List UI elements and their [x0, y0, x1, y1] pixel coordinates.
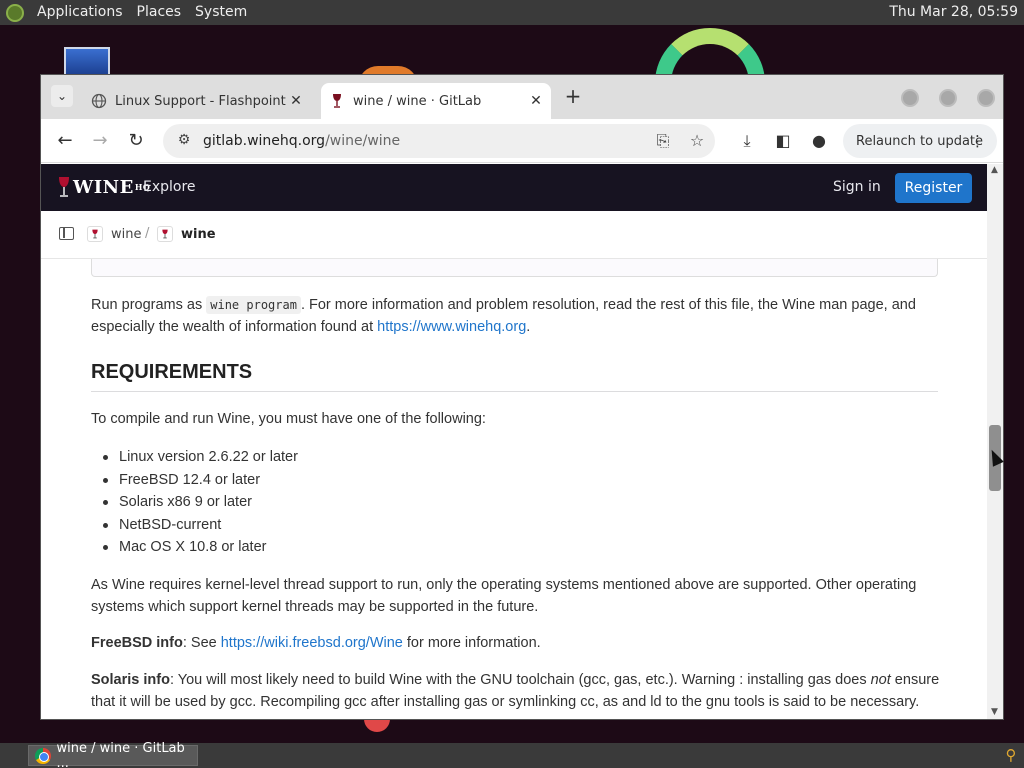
inline-code: wine program — [206, 296, 301, 314]
winehq-link[interactable]: https://www.winehq.org — [377, 319, 526, 335]
taskbar-item-browser[interactable]: wine / wine · GitLab ... — [28, 741, 198, 768]
paragraph-compile: To compile and run Wine, you must have o… — [91, 411, 486, 427]
site-info-icon[interactable]: ⚙ — [175, 132, 193, 150]
close-tab-icon[interactable]: ✕ — [527, 93, 545, 109]
desktop-computer-icon[interactable] — [64, 47, 110, 77]
taskbar-item-label: wine / wine · GitLab ... — [56, 740, 185, 768]
chrome-icon — [35, 747, 51, 764]
clock[interactable]: Thu Mar 28, 05:59 — [889, 0, 1018, 25]
register-button[interactable]: Register — [895, 173, 972, 203]
readme-content: Run programs as wine program. For more i… — [41, 259, 987, 719]
text: . — [526, 318, 531, 335]
tab-linux-support[interactable]: Linux Support - Flashpoint Da ✕ — [83, 83, 311, 119]
paragraph-kernel-threads: As Wine requires kernel-level thread sup… — [91, 577, 917, 615]
relaunch-button[interactable]: Relaunch to update ⋮ — [843, 124, 997, 158]
breadcrumb-group-wine[interactable]: wine — [87, 226, 141, 242]
emphasis: not — [870, 672, 891, 688]
maximize-icon[interactable] — [939, 89, 957, 107]
breadcrumb-label: wine — [181, 226, 216, 242]
close-window-icon[interactable] — [977, 89, 995, 107]
wine-glass-icon — [333, 94, 341, 108]
tab-wine-gitlab[interactable]: wine / wine · GitLab ✕ — [321, 83, 551, 119]
code-block — [91, 259, 938, 277]
install-app-icon[interactable]: ⎘ — [653, 131, 673, 151]
wine-glass-logo-icon — [59, 177, 69, 197]
url-path: /wine/wine — [325, 133, 401, 149]
reload-icon[interactable]: ↻ — [124, 129, 148, 153]
breadcrumb-label: wine — [111, 226, 142, 242]
sign-in-link[interactable]: Sign in — [833, 179, 881, 195]
breadcrumb-project-wine[interactable]: wine — [157, 226, 216, 242]
places-menu[interactable]: Places — [130, 0, 189, 25]
logo-text: WINE — [73, 176, 134, 198]
address-bar[interactable]: ⚙ gitlab.winehq.org/wine/wine ⎘ ☆ — [163, 124, 715, 158]
browser-toolbar: ← → ↻ ⚙ gitlab.winehq.org/wine/wine ⎘ ☆ … — [41, 119, 1003, 163]
sidebar-toggle-icon[interactable] — [59, 227, 74, 240]
back-arrow-icon[interactable]: ← — [53, 129, 77, 153]
tab-strip: ⌄ Linux Support - Flashpoint Da ✕ wine /… — [41, 75, 1003, 119]
new-tab-button[interactable]: + — [561, 85, 585, 109]
breadcrumb: wine / wine — [41, 211, 987, 259]
wine-glass-icon — [87, 226, 103, 242]
text: : You will most likely need to build Win… — [169, 672, 871, 688]
paragraph-freebsd: FreeBSD info: See https://wiki.freebsd.o… — [91, 633, 941, 655]
menu-kebab-icon[interactable]: ⋮ — [970, 131, 985, 151]
tab-title: Linux Support - Flashpoint Da — [115, 93, 287, 109]
taskbar: wine / wine · GitLab ... ⚲ — [0, 741, 1024, 768]
freebsd-wiki-link[interactable]: https://wiki.freebsd.org/Wine — [221, 635, 403, 651]
bookmark-star-icon[interactable]: ☆ — [687, 131, 707, 151]
system-menu[interactable]: System — [188, 0, 254, 25]
text: for more information. — [402, 635, 541, 651]
list-item: Solaris x86 9 or later — [91, 491, 298, 514]
gitlab-header: WINE HQ Explore Sign in Register — [41, 164, 987, 211]
requirements-list: Linux version 2.6.22 or later FreeBSD 12… — [91, 446, 298, 559]
close-tab-icon[interactable]: ✕ — [287, 93, 305, 109]
applications-menu[interactable]: Applications — [30, 0, 130, 25]
requirements-heading: REQUIREMENTS — [91, 361, 938, 392]
forward-arrow-icon[interactable]: → — [88, 129, 112, 153]
download-icon[interactable]: ⤓ — [736, 130, 758, 152]
distro-logo-icon[interactable] — [6, 3, 24, 22]
search-icon[interactable]: ⚲ — [1002, 746, 1020, 764]
solaris-info-label: Solaris info — [91, 672, 170, 688]
tab-title: wine / wine · GitLab — [353, 93, 482, 109]
breadcrumb-separator: / — [145, 226, 150, 241]
top-panel: Applications Places System Thu Mar 28, 0… — [0, 0, 1024, 25]
profile-icon[interactable]: ● — [808, 130, 830, 152]
list-item: FreeBSD 12.4 or later — [91, 469, 298, 492]
winehq-logo[interactable]: WINE HQ — [57, 176, 150, 198]
tab-search-button[interactable]: ⌄ — [51, 85, 73, 107]
wine-glass-icon — [157, 226, 173, 242]
paragraph-solaris: Solaris info: You will most likely need … — [91, 670, 941, 713]
freebsd-info-label: FreeBSD info — [91, 635, 183, 651]
list-item: Linux version 2.6.22 or later — [91, 446, 298, 469]
browser-window: ⌄ Linux Support - Flashpoint Da ✕ wine /… — [40, 74, 1004, 720]
text: : See — [182, 635, 221, 651]
paragraph-run-programs: Run programs as wine program. For more i… — [91, 295, 941, 338]
scroll-down-arrow-icon[interactable]: ▼ — [991, 707, 998, 717]
scroll-up-arrow-icon[interactable]: ▲ — [991, 165, 998, 175]
minimize-icon[interactable] — [901, 89, 919, 107]
side-panel-icon[interactable]: ◧ — [772, 130, 794, 152]
list-item: NetBSD-current — [91, 514, 298, 537]
explore-link[interactable]: Explore — [143, 179, 196, 195]
globe-icon — [91, 93, 107, 109]
list-item: Mac OS X 10.8 or later — [91, 536, 298, 559]
url-host: gitlab.winehq.org — [203, 133, 326, 149]
relaunch-label: Relaunch to update — [856, 133, 984, 149]
web-page: WINE HQ Explore Sign in Register wine / w… — [41, 164, 987, 719]
text: Run programs as — [91, 297, 207, 313]
